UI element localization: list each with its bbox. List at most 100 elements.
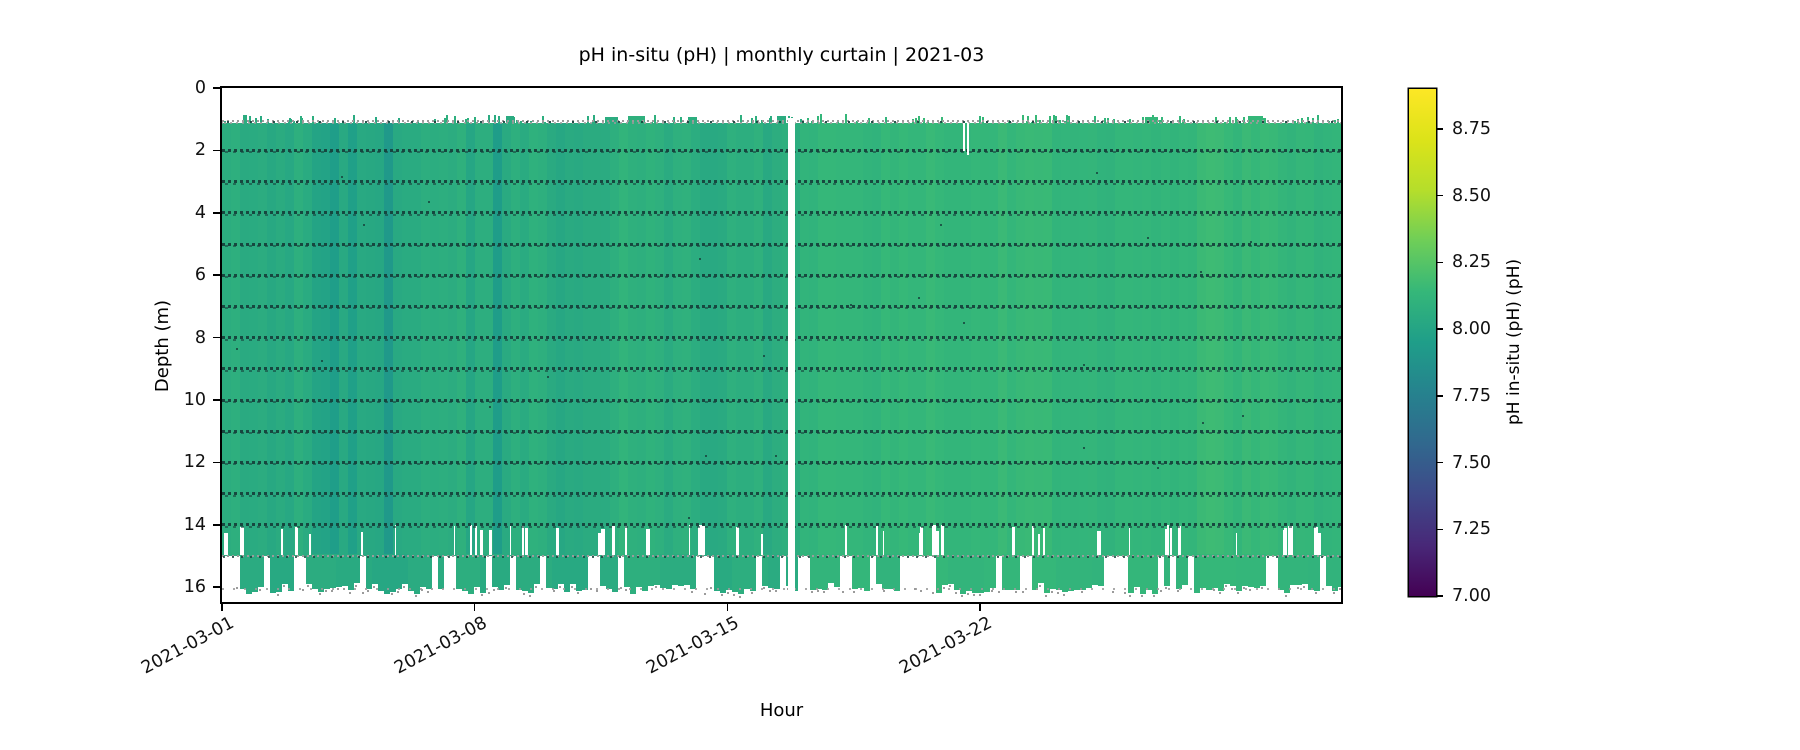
- seafloor-marker: [932, 592, 934, 594]
- stray-marker: [775, 455, 777, 457]
- colorbar-tick: [1436, 395, 1443, 397]
- dropout-gap: [510, 526, 511, 555]
- sensor-row: [222, 276, 1341, 278]
- seafloor-marker: [853, 591, 855, 593]
- stray-marker: [236, 348, 238, 350]
- seafloor-marker: [427, 591, 429, 593]
- sensor-row: [222, 495, 1341, 497]
- seafloor-column: [258, 554, 264, 587]
- seafloor-marker: [283, 585, 285, 587]
- x-tick: [474, 604, 476, 611]
- dropout-gap: [489, 530, 492, 555]
- seafloor-column: [582, 554, 588, 590]
- stray-marker: [341, 176, 343, 178]
- y-tick: [213, 150, 220, 152]
- seafloor-marker: [481, 594, 483, 596]
- y-tick: [213, 586, 220, 588]
- seafloor-marker: [1081, 591, 1083, 593]
- seafloor-marker: [596, 590, 598, 592]
- seafloor-marker: [979, 594, 981, 596]
- colorbar: [1409, 89, 1436, 596]
- dropout-gap: [1097, 531, 1101, 555]
- seafloor-column: [894, 554, 900, 591]
- sensor-row: [222, 245, 1341, 247]
- stray-marker: [918, 297, 920, 299]
- seafloor-marker: [1129, 595, 1131, 597]
- colorbar-tick: [1436, 462, 1443, 464]
- dropout-gap: [601, 529, 604, 555]
- dropout-gap: [1038, 534, 1041, 555]
- seafloor-marker: [1022, 591, 1024, 593]
- seafloor-marker: [920, 590, 922, 592]
- y-tick-label: 16: [140, 577, 206, 597]
- dropout-gap: [1178, 526, 1181, 555]
- seafloor-marker: [367, 590, 369, 592]
- seafloor-marker: [1285, 595, 1287, 597]
- dropout-gap: [1043, 528, 1046, 555]
- dropout-gap: [883, 531, 884, 555]
- stray-marker: [428, 201, 430, 203]
- sensor-row: [222, 526, 1341, 528]
- dropout-gap: [941, 525, 944, 555]
- colorbar-tick: [1436, 529, 1443, 531]
- seafloor-marker: [1225, 585, 1227, 587]
- seafloor-column: [612, 554, 618, 592]
- chart-title: pH in-situ (pH) | monthly curtain | 2021…: [222, 44, 1341, 66]
- stray-marker: [1083, 447, 1085, 449]
- stray-marker: [547, 376, 549, 378]
- seafloor-marker: [704, 593, 706, 595]
- y-tick-label: 14: [140, 515, 206, 535]
- seafloor-marker: [1177, 590, 1179, 592]
- dropout-gap: [612, 525, 615, 555]
- seafloor-column: [438, 554, 444, 589]
- sensor-row-15: [222, 556, 1341, 558]
- dropout-gap: [689, 525, 690, 555]
- seafloor-column: [864, 554, 870, 591]
- data-gap: [963, 123, 965, 151]
- dropout-gap: [240, 527, 244, 555]
- plot-area: [222, 88, 1341, 602]
- seafloor-column: [1182, 554, 1188, 585]
- seafloor-marker: [397, 591, 399, 593]
- dropout-gap: [295, 527, 298, 555]
- seafloor-marker: [823, 591, 825, 593]
- seafloor-marker: [883, 590, 885, 592]
- seafloor-marker: [733, 594, 735, 596]
- stray-marker: [1250, 241, 1252, 243]
- dropout-gap: [522, 525, 524, 555]
- sensor-row: [222, 307, 1341, 309]
- seafloor-column: [690, 554, 696, 589]
- dropout-gap: [475, 525, 476, 555]
- seafloor-marker: [955, 592, 957, 594]
- dropout-gap: [309, 534, 311, 555]
- dropout-gap: [876, 525, 878, 555]
- dropout-gap: [845, 525, 847, 555]
- seafloor-column: [774, 554, 780, 589]
- y-tick-label: 2: [140, 140, 206, 160]
- sensor-row: [222, 151, 1341, 153]
- y-tick: [213, 462, 220, 464]
- y-tick-label: 10: [140, 390, 206, 410]
- y-tick-label: 0: [140, 78, 206, 98]
- stray-marker: [699, 258, 701, 260]
- seafloor-marker: [1039, 585, 1041, 587]
- seafloor-marker: [1333, 592, 1335, 594]
- seafloor-marker: [1315, 592, 1317, 594]
- seafloor-marker: [691, 591, 693, 593]
- dropout-gap: [454, 526, 455, 555]
- seafloor-column: [534, 554, 540, 584]
- sensor-row: [222, 370, 1341, 372]
- sensor-row: [222, 401, 1341, 403]
- seafloor-marker: [325, 590, 327, 592]
- x-tick: [727, 604, 729, 611]
- dropout-gap: [480, 530, 483, 555]
- seafloor-marker: [1045, 595, 1047, 597]
- seafloor-marker: [391, 593, 393, 595]
- y-tick-label: 12: [140, 452, 206, 472]
- seafloor-marker: [362, 592, 364, 594]
- seafloor-marker: [775, 590, 777, 592]
- x-tick-label: 2021-03-01: [51, 613, 237, 725]
- y-tick: [213, 212, 220, 214]
- seafloor-marker: [529, 595, 531, 597]
- stray-marker: [763, 355, 765, 357]
